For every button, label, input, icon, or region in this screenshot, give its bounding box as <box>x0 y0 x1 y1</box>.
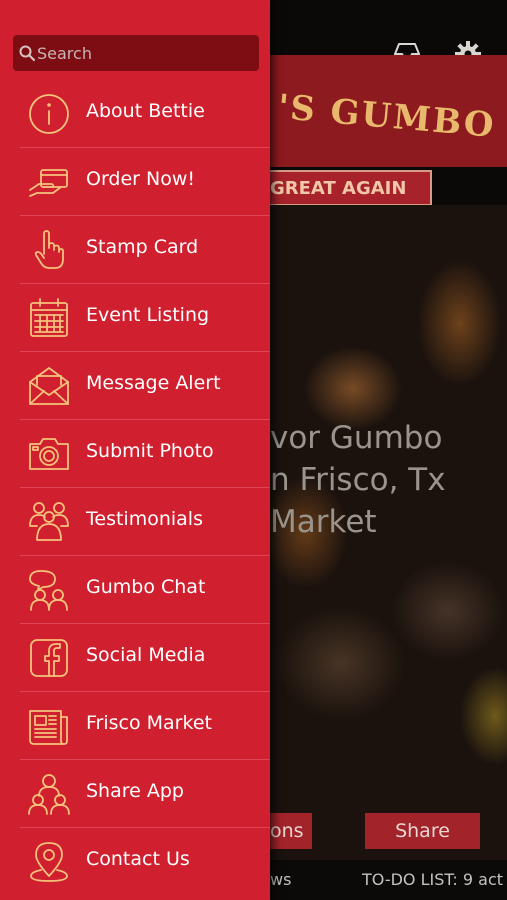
menu-item-stamp-card[interactable]: Stamp Card <box>0 216 270 284</box>
menu-item-label: Social Media <box>86 644 206 666</box>
todo-list-text[interactable]: TO-DO LIST: 9 act <box>362 870 503 889</box>
menu-item-share-app[interactable]: Share App <box>0 760 270 828</box>
menu-item-frisco-market[interactable]: Frisco Market <box>0 692 270 760</box>
search-box[interactable] <box>13 35 259 71</box>
menu-item-label: Stamp Card <box>86 236 199 258</box>
ribbon-banner: GREAT AGAIN <box>270 170 432 206</box>
menu-item-label: Share App <box>86 780 184 802</box>
overlay-text-line-1: vor Gumbo <box>270 420 443 456</box>
bottom-left-text[interactable]: ws <box>270 870 291 889</box>
search-input[interactable] <box>37 35 252 71</box>
menu-item-about-bettie[interactable]: About Bettie <box>0 80 270 148</box>
newspaper-icon <box>27 704 71 748</box>
credit-card-hand-icon <box>27 160 71 204</box>
people-chat-icon <box>27 568 71 612</box>
menu-item-label: Contact Us <box>86 848 190 870</box>
people-share-icon <box>27 772 71 816</box>
menu-item-label: Order Now! <box>86 168 196 190</box>
envelope-icon <box>27 364 71 408</box>
menu-item-label: Submit Photo <box>86 440 214 462</box>
search-icon <box>18 44 36 62</box>
location-pin-icon <box>27 840 71 884</box>
menu-item-social-media[interactable]: Social Media <box>0 624 270 692</box>
directions-button[interactable]: ons <box>270 813 312 849</box>
menu-item-label: Frisco Market <box>86 712 212 734</box>
menu-item-label: Event Listing <box>86 304 210 326</box>
bottom-bar: ws TO-DO LIST: 9 act <box>270 862 507 900</box>
menu-item-message-alert[interactable]: Message Alert <box>0 352 270 420</box>
camera-icon <box>27 432 71 476</box>
header-banner: 'S GUMBO <box>270 55 507 167</box>
menu-item-event-listing[interactable]: Event Listing <box>0 284 270 352</box>
banner-title: 'S GUMBO <box>276 87 498 146</box>
overlay-text-line-2: n Frisco, Tx <box>270 462 446 498</box>
calendar-icon <box>27 296 71 340</box>
menu-item-submit-photo[interactable]: Submit Photo <box>0 420 270 488</box>
ribbon-text: GREAT AGAIN <box>270 178 407 199</box>
menu-item-gumbo-chat[interactable]: Gumbo Chat <box>0 556 270 624</box>
menu-item-order-now[interactable]: Order Now! <box>0 148 270 216</box>
hand-pointer-icon <box>27 228 71 272</box>
menu-item-testimonials[interactable]: Testimonials <box>0 488 270 556</box>
menu-item-contact-us[interactable]: Contact Us <box>0 828 270 896</box>
share-button[interactable]: Share <box>365 813 480 849</box>
menu-item-label: Gumbo Chat <box>86 576 206 598</box>
facebook-icon <box>27 636 71 680</box>
info-icon <box>27 92 71 136</box>
overlay-text-line-3: Market <box>270 504 377 540</box>
people-group-icon <box>27 500 71 544</box>
side-drawer: About Bettie Order Now! Stamp Card Event… <box>0 0 270 900</box>
menu-item-label: Message Alert <box>86 372 221 394</box>
menu-item-label: Testimonials <box>86 508 203 530</box>
menu-item-label: About Bettie <box>86 100 205 122</box>
